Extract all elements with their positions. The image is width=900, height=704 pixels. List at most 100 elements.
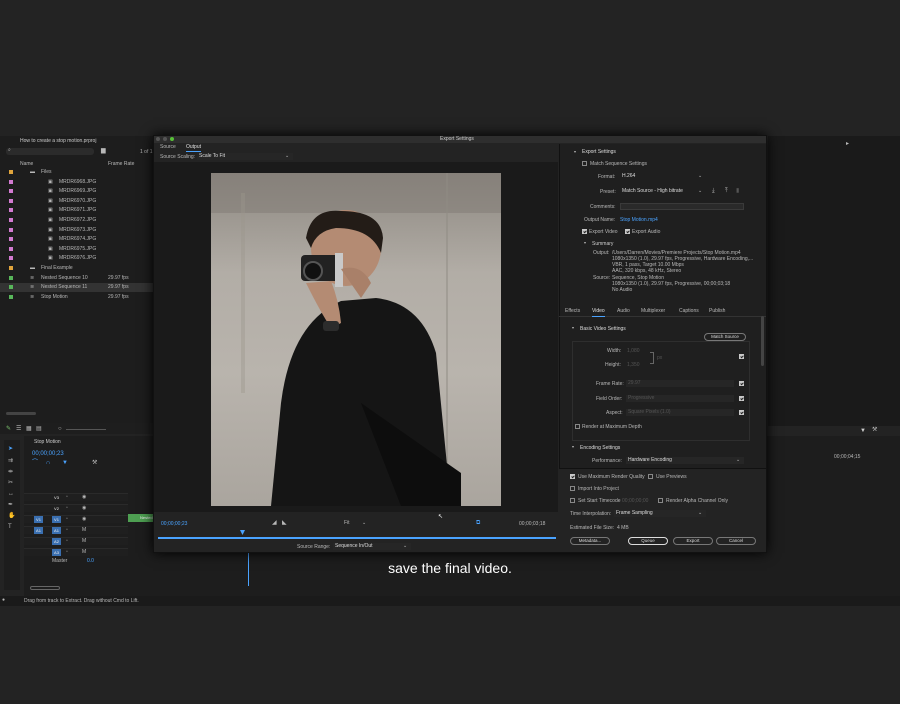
timeline-scrollbar[interactable] [30, 586, 60, 590]
filter-icon[interactable]: ▼ [860, 428, 866, 434]
track-target[interactable]: A2 [52, 538, 61, 545]
start-tc-value[interactable]: 00;00;00;00 [622, 499, 648, 504]
settings-tab-captions[interactable]: Captions [679, 309, 699, 314]
import-project-checkbox[interactable] [570, 486, 575, 491]
project-search-input[interactable] [6, 148, 94, 155]
metadata-button[interactable]: Metadata... [570, 537, 610, 545]
linked-selection-icon[interactable]: ∩ [46, 460, 50, 466]
track-select-icon[interactable]: ⇉ [8, 458, 13, 464]
zoom-slider-icon[interactable]: ○ [58, 426, 62, 432]
track-header[interactable]: V3 ▫ ◉ [24, 493, 128, 501]
width-match-checkbox[interactable] [739, 354, 744, 359]
mic-icon[interactable]: M [82, 528, 86, 533]
preset-select[interactable]: Match Source - High bitrate ⌄ [620, 188, 704, 195]
track-source-patch[interactable] [34, 505, 43, 512]
track-header[interactable]: V2 ▫ ◉ [24, 504, 128, 512]
project-item[interactable]: ▣ MRDR6971.JPG [0, 206, 153, 215]
time-interp-select[interactable]: Frame Sampling ⌄ [614, 510, 706, 517]
tab-output[interactable]: Output [186, 145, 202, 152]
set-out-point-icon[interactable]: ◣ [282, 520, 287, 526]
format-select[interactable]: H.264 ⌄ [620, 173, 704, 180]
tab-source[interactable]: Source [160, 145, 176, 150]
list-view-icon[interactable]: ☰ [16, 426, 21, 432]
eye-icon[interactable]: ◉ [82, 506, 86, 511]
add-marker-icon[interactable]: ▼ [62, 460, 68, 466]
frame-rate-match-checkbox[interactable] [739, 381, 744, 386]
lock-icon[interactable]: ▫ [66, 517, 68, 522]
export-audio-checkbox[interactable] [625, 229, 630, 234]
settings-tab-effects[interactable]: Effects [565, 309, 580, 314]
timecode-in[interactable]: 00;00;00;23 [161, 522, 187, 527]
frame-rate-select[interactable]: 29.97 [626, 380, 734, 387]
track-target[interactable]: V1 [52, 516, 61, 523]
export-video-checkbox[interactable] [582, 229, 587, 234]
project-item[interactable]: ▬ Files [0, 168, 153, 177]
source-scaling-select[interactable]: Scale To Fit ⌄ [197, 153, 293, 160]
zoom-button[interactable] [170, 137, 174, 141]
zoom-slider[interactable] [66, 429, 106, 430]
hand-tool-icon[interactable]: ✋ [8, 513, 15, 519]
project-item[interactable]: ≋ Stop Motion 29.97 fps [0, 293, 153, 302]
track-source-patch[interactable] [34, 494, 43, 501]
match-source-button[interactable]: Match Source [704, 333, 746, 341]
queue-button[interactable]: Queue [628, 537, 668, 545]
project-item[interactable]: ▣ MRDR6974.JPG [0, 235, 153, 244]
track-source-patch[interactable]: V1 [34, 516, 43, 523]
type-tool-icon[interactable]: T [8, 524, 12, 530]
track-source-patch[interactable] [34, 538, 43, 545]
track-header[interactable]: V1 V1 ▫ ◉ [24, 515, 128, 523]
cancel-button[interactable]: Cancel [716, 537, 756, 545]
wrench-icon[interactable]: ⚒ [872, 427, 877, 433]
settings-tab-multiplexer[interactable]: Multiplexer [641, 309, 665, 314]
field-order-select[interactable]: Progressive [626, 395, 734, 402]
mic-icon[interactable]: M [82, 550, 86, 555]
mic-icon[interactable]: M [82, 539, 86, 544]
project-item[interactable]: ▣ MRDR6970.JPG [0, 197, 153, 206]
lock-icon[interactable]: ▫ [66, 550, 68, 555]
minimize-button[interactable] [163, 137, 167, 141]
track-header[interactable]: A3 ▫ M [24, 548, 128, 556]
field-order-match-checkbox[interactable] [739, 396, 744, 401]
selection-tool-icon[interactable]: ➤ [8, 446, 13, 452]
project-item[interactable]: ▣ MRDR6968.JPG [0, 178, 153, 187]
timeline-settings-icon[interactable]: ⚒ [92, 460, 97, 466]
track-source-patch[interactable]: A1 [34, 527, 43, 534]
chevron-down-icon[interactable]: ▾ [574, 150, 576, 154]
settings-tab-audio[interactable]: Audio [617, 309, 630, 314]
use-max-render-checkbox[interactable] [570, 474, 575, 479]
settings-tab-video[interactable]: Video [592, 309, 605, 317]
project-item[interactable]: ▣ MRDR6976.JPG [0, 254, 153, 263]
set-in-point-icon[interactable]: ◢ [272, 520, 277, 526]
source-range-select[interactable]: Sequence In/Out ⌄ [333, 543, 411, 550]
eye-icon[interactable]: ◉ [82, 517, 86, 522]
aspect-match-checkbox[interactable] [739, 410, 744, 415]
eye-icon[interactable]: ◉ [82, 495, 86, 500]
settings-tab-publish[interactable]: Publish [709, 309, 725, 314]
lock-icon[interactable]: ▫ [66, 495, 68, 500]
close-button[interactable] [156, 137, 160, 141]
new-bin-icon[interactable]: ▆ [101, 148, 106, 154]
aspect-ratio-icon[interactable]: ⧉ [476, 520, 480, 526]
project-scrollbar[interactable] [6, 412, 36, 415]
import-preset-icon[interactable]: ⤒ [725, 188, 728, 194]
project-item[interactable]: ≋ Nested Sequence 10 29.97 fps [0, 274, 153, 283]
slip-tool-icon[interactable]: ↔ [8, 491, 14, 497]
track-target[interactable]: A3 [52, 549, 61, 556]
set-start-tc-checkbox[interactable] [570, 498, 575, 503]
zoom-select[interactable]: Fit ⌄ [342, 520, 369, 527]
save-preset-icon[interactable]: ⤓ [712, 188, 715, 194]
lock-icon[interactable]: ▫ [66, 539, 68, 544]
scrub-playhead[interactable] [240, 530, 245, 535]
chevron-down-icon[interactable]: ▾ [572, 326, 574, 330]
ripple-edit-icon[interactable]: ⇹ [8, 469, 13, 475]
output-name-link[interactable]: Stop Motion.mp4 [620, 218, 658, 223]
scrub-bar[interactable] [158, 537, 556, 539]
lock-icon[interactable]: ▫ [66, 528, 68, 533]
chevron-down-icon[interactable]: ▾ [572, 445, 574, 449]
panel-menu-icon[interactable]: ▸ [846, 141, 849, 147]
project-item[interactable]: ▣ MRDR6973.JPG [0, 226, 153, 235]
export-button[interactable]: Export [673, 537, 713, 545]
track-source-patch[interactable] [34, 549, 43, 556]
lock-icon[interactable]: ▫ [66, 506, 68, 511]
track-target[interactable]: V3 [52, 494, 61, 501]
